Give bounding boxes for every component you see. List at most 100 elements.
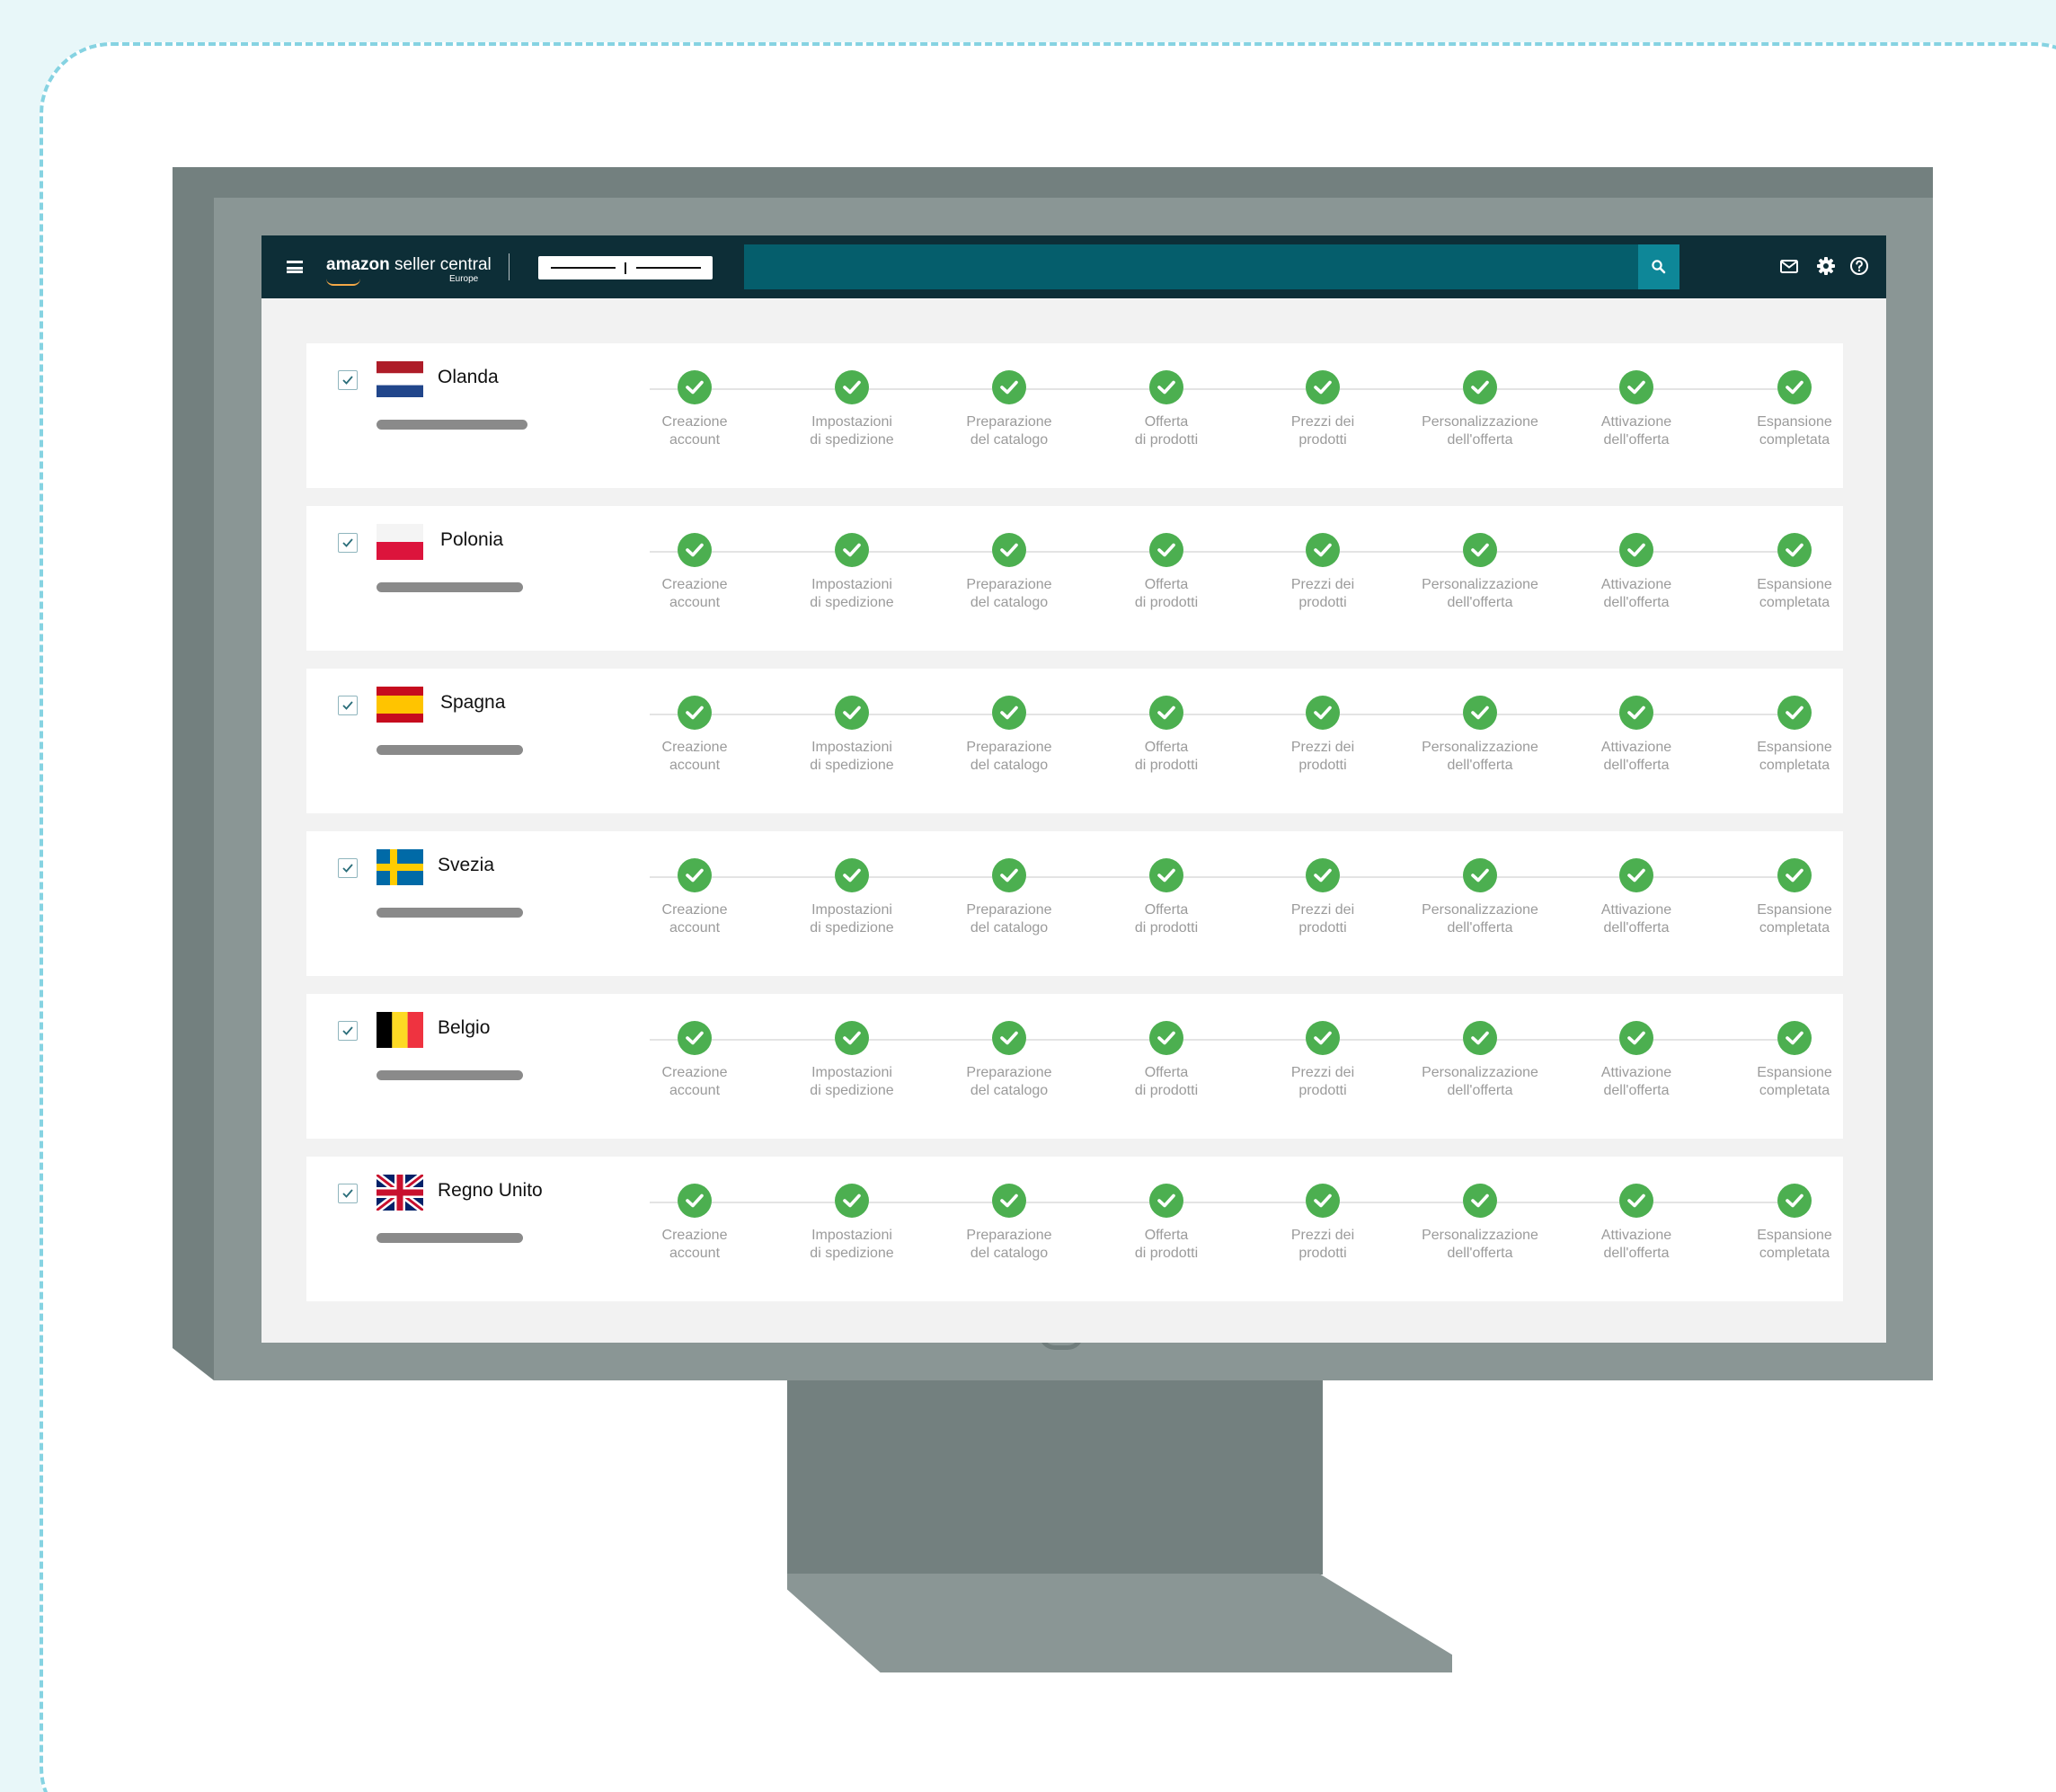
country-checkbox[interactable] (338, 1184, 358, 1203)
step-complete-icon (1306, 1184, 1340, 1218)
step-label: Attivazione dell'offerta (1551, 576, 1722, 612)
search-icon (1652, 260, 1666, 274)
step-label-line2: account (669, 595, 721, 610)
country-row: Regno Unito Creazione account Impostazio… (306, 1157, 1843, 1301)
step-label: Prezzi dei prodotti (1237, 413, 1408, 449)
step-complete-icon (1463, 1021, 1497, 1055)
step-complete-icon (678, 1184, 712, 1218)
step-label: Creazione account (609, 901, 780, 937)
mail-icon[interactable] (1778, 255, 1800, 277)
progress-step: Creazione account (609, 1021, 780, 1100)
step-label: Impostazioni di spedizione (767, 901, 937, 937)
step-complete-icon (835, 1021, 869, 1055)
spain-flag-icon (377, 687, 423, 723)
step-complete-icon (1777, 533, 1812, 567)
step-label-line1: Offerta (1144, 414, 1189, 430)
screen: amazon seller central Europe Olanda Crea… (261, 235, 1886, 1343)
step-label-line2: dell'offerta (1603, 1083, 1670, 1098)
monitor-neck (787, 1380, 1323, 1575)
step-label-line1: Espansione (1757, 902, 1832, 918)
step-label-line1: Personalizzazione (1422, 1228, 1538, 1243)
search-button[interactable] (1638, 244, 1679, 289)
step-label: Prezzi dei prodotti (1237, 739, 1408, 775)
step-label-line2: dell'offerta (1447, 920, 1513, 936)
country-checkbox[interactable] (338, 533, 358, 553)
step-label-line1: Espansione (1757, 577, 1832, 592)
progress-step: Impostazioni di spedizione (767, 1184, 937, 1263)
logo-region: Europe (449, 274, 479, 284)
progress-step: Impostazioni di spedizione (767, 533, 937, 612)
step-label-line2: di prodotti (1134, 920, 1199, 936)
step-complete-icon (992, 696, 1026, 730)
step-label-line2: completata (1759, 920, 1830, 936)
check-icon (342, 1189, 353, 1198)
progress-step: Espansione completata (1709, 1184, 1880, 1263)
step-label: Espansione completata (1709, 1227, 1880, 1263)
step-label-line1: Impostazioni (811, 740, 892, 755)
step-label: Preparazione del catalogo (924, 576, 1094, 612)
step-label-line2: prodotti (1298, 1246, 1347, 1261)
step-complete-icon (1777, 1184, 1812, 1218)
step-label-line1: Attivazione (1600, 902, 1672, 918)
step-label-line2: dell'offerta (1447, 1246, 1513, 1261)
app-logo[interactable]: amazon seller central Europe (326, 255, 492, 284)
progress-step: Creazione account (609, 533, 780, 612)
country-checkbox[interactable] (338, 858, 358, 878)
progress-step: Espansione completata (1709, 858, 1880, 937)
progress-step: Offerta di prodotti (1081, 370, 1252, 449)
marketplace-separator (625, 262, 626, 274)
country-row: Spagna Creazione account Impostazioni di… (306, 669, 1843, 813)
country-checkbox[interactable] (338, 370, 358, 390)
step-label-line2: di spedizione (810, 595, 894, 610)
help-icon[interactable] (1848, 255, 1870, 277)
step-label-line2: completata (1759, 758, 1830, 773)
country-progress-placeholder (377, 1233, 523, 1243)
gear-icon[interactable] (1815, 255, 1837, 277)
search-input[interactable] (744, 244, 1644, 289)
step-label: Attivazione dell'offerta (1551, 413, 1722, 449)
step-label: Impostazioni di spedizione (767, 739, 937, 775)
step-label-line2: prodotti (1298, 595, 1347, 610)
step-label-line1: Attivazione (1600, 740, 1672, 755)
step-label-line1: Preparazione (966, 577, 1052, 592)
step-complete-icon (1463, 696, 1497, 730)
logo-smile-icon (326, 279, 360, 286)
step-complete-icon (1306, 370, 1340, 404)
marketplace-switcher[interactable] (538, 256, 713, 279)
menu-icon[interactable] (287, 261, 303, 273)
step-label-line2: di prodotti (1134, 1246, 1199, 1261)
progress-step: Creazione account (609, 1184, 780, 1263)
step-label-line1: Creazione (661, 740, 728, 755)
country-checkbox[interactable] (338, 696, 358, 715)
progress-step: Impostazioni di spedizione (767, 858, 937, 937)
country-name: Olanda (438, 367, 499, 387)
step-complete-icon (992, 1021, 1026, 1055)
step-label: Attivazione dell'offerta (1551, 901, 1722, 937)
progress-step: Offerta di prodotti (1081, 1021, 1252, 1100)
step-label-line1: Impostazioni (811, 1065, 892, 1080)
step-label: Offerta di prodotti (1081, 901, 1252, 937)
progress-step: Offerta di prodotti (1081, 858, 1252, 937)
progress-step: Prezzi dei prodotti (1237, 533, 1408, 612)
language-placeholder (636, 267, 701, 269)
step-label-line2: prodotti (1298, 1083, 1347, 1098)
step-label-line2: di spedizione (810, 1083, 894, 1098)
step-complete-icon (1149, 370, 1183, 404)
step-label-line1: Impostazioni (811, 1228, 892, 1243)
step-label-line1: Impostazioni (811, 414, 892, 430)
step-label-line2: account (669, 920, 721, 936)
step-label: Attivazione dell'offerta (1551, 1064, 1722, 1100)
step-complete-icon (992, 858, 1026, 892)
step-complete-icon (1619, 370, 1653, 404)
step-label-line1: Espansione (1757, 1065, 1832, 1080)
country-row: Svezia Creazione account Impostazioni di… (306, 831, 1843, 976)
step-label: Prezzi dei prodotti (1237, 576, 1408, 612)
country-name: Svezia (438, 855, 495, 875)
progress-step: Attivazione dell'offerta (1551, 533, 1722, 612)
progress-step: Prezzi dei prodotti (1237, 370, 1408, 449)
progress-step: Personalizzazione dell'offerta (1395, 1184, 1565, 1263)
step-label-line2: di prodotti (1134, 758, 1199, 773)
country-checkbox[interactable] (338, 1021, 358, 1041)
step-label-line2: del catalogo (970, 758, 1049, 773)
step-label: Espansione completata (1709, 739, 1880, 775)
